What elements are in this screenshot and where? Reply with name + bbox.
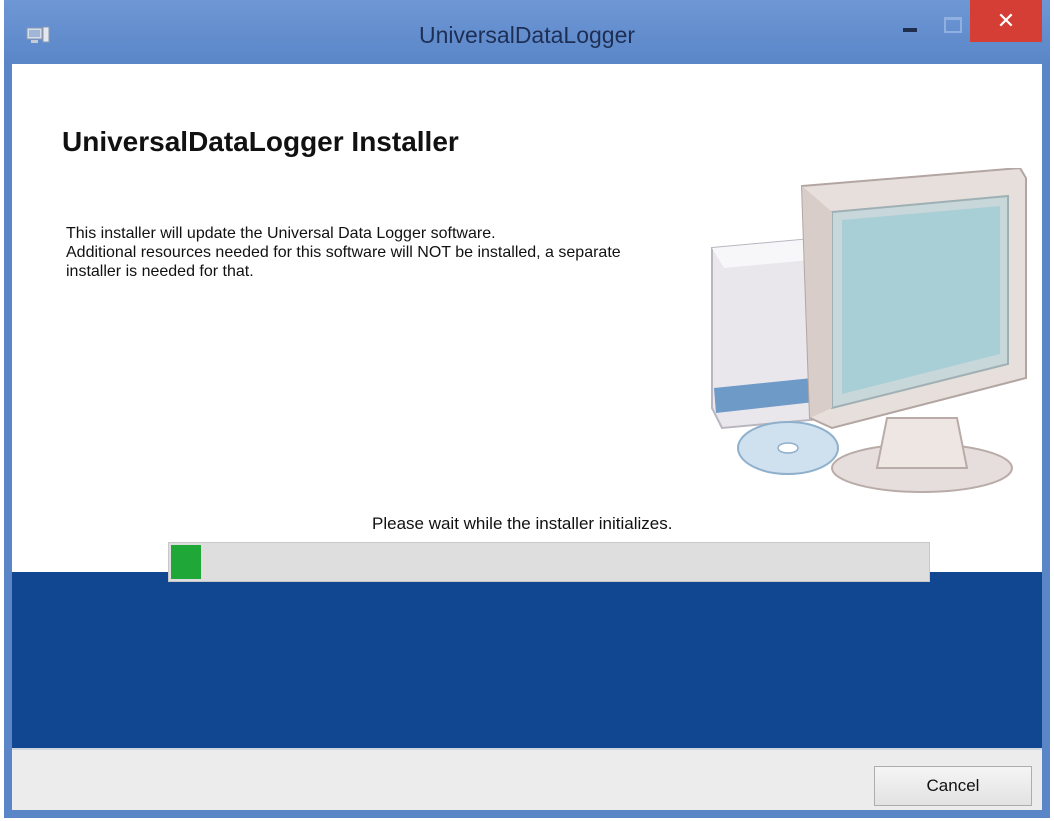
maximize-icon [944, 17, 962, 33]
title-bar[interactable]: UniversalDataLogger ✕ [4, 0, 1050, 64]
installer-content: UniversalDataLogger Installer This insta… [12, 64, 1042, 572]
footer-bar: Cancel [12, 748, 1042, 810]
computer-with-disc-icon [682, 166, 1028, 494]
cancel-button[interactable]: Cancel [874, 766, 1032, 806]
close-button[interactable]: ✕ [970, 0, 1042, 42]
progress-fill [171, 545, 201, 579]
description-line: installer is needed for that. [66, 263, 254, 280]
installer-heading: UniversalDataLogger Installer [62, 126, 459, 157]
progress-panel [12, 572, 1042, 748]
close-icon: ✕ [996, 8, 1016, 33]
installer-description: This installer will update the Universal… [66, 224, 766, 281]
minimize-button[interactable] [892, 2, 928, 42]
minimize-icon [903, 28, 917, 32]
maximize-button[interactable] [934, 2, 970, 42]
description-line: This installer will update the Universal… [66, 225, 496, 242]
progress-bar [168, 542, 930, 582]
status-message: Please wait while the installer initiali… [372, 514, 673, 533]
installer-window: UniversalDataLogger ✕ UniversalDataLogge… [4, 0, 1050, 818]
description-line: Additional resources needed for this sof… [66, 244, 621, 261]
